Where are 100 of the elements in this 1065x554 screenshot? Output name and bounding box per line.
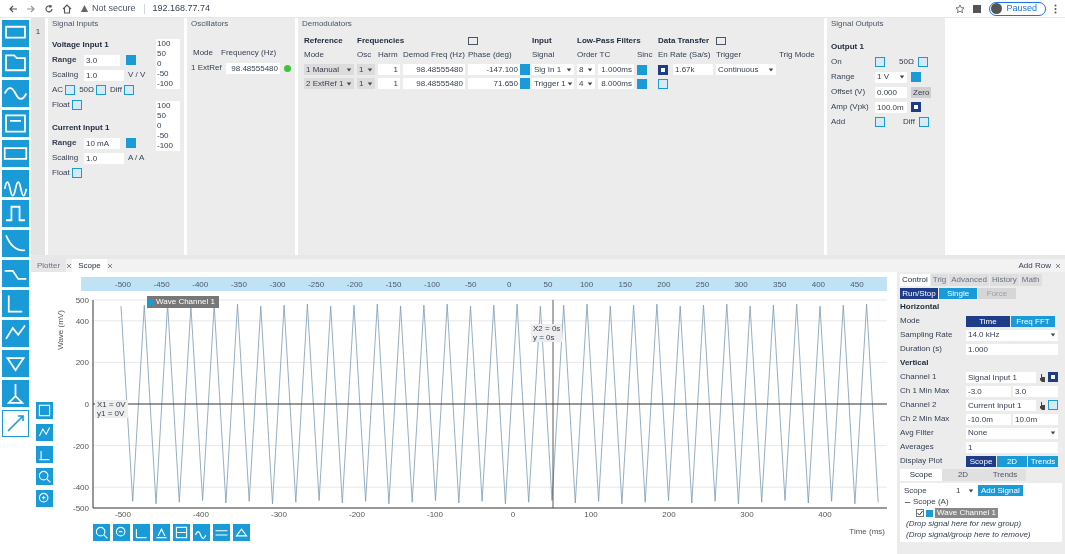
dropdown[interactable]: 8 — [577, 64, 595, 75]
input-field[interactable]: 1 — [378, 78, 400, 89]
input-field[interactable]: 10.0m — [1013, 413, 1058, 425]
close-icon[interactable] — [66, 262, 73, 269]
dropdown[interactable]: Signal Input 1 — [966, 371, 1036, 383]
tab[interactable]: Advanced — [949, 274, 989, 286]
tool-icon[interactable] — [2, 380, 29, 407]
tool-icon[interactable] — [2, 350, 29, 377]
plot-tool-icon[interactable] — [153, 524, 170, 541]
dropdown[interactable]: 1 V — [875, 71, 907, 83]
tab[interactable]: 2D — [942, 469, 984, 481]
reload-icon[interactable] — [44, 3, 54, 14]
segment-button[interactable]: Run/Stop — [900, 288, 938, 299]
tool-icon[interactable] — [2, 50, 29, 77]
close-icon[interactable] — [106, 262, 113, 269]
sinc-button[interactable] — [637, 64, 647, 75]
segment-button[interactable]: Scope — [966, 455, 996, 467]
dropdown[interactable]: 4 — [577, 78, 595, 89]
dropdown[interactable]: 1 — [357, 78, 375, 89]
collapse-handle[interactable] — [716, 37, 726, 45]
tab[interactable]: Plotter — [31, 259, 67, 272]
zoom-tool-icon[interactable] — [36, 468, 53, 485]
extension-icon[interactable] — [973, 4, 982, 13]
tool-icon[interactable] — [2, 20, 29, 47]
tool-icon[interactable] — [2, 230, 29, 257]
tool-icon[interactable] — [2, 290, 29, 317]
pointer-icon[interactable] — [1038, 400, 1046, 410]
dropdown[interactable]: None — [966, 427, 1058, 439]
tab[interactable]: History — [989, 274, 1019, 286]
home-icon[interactable] — [62, 3, 72, 14]
input-field[interactable]: -147.100 — [468, 64, 520, 75]
sinc-button[interactable] — [637, 78, 647, 89]
tab[interactable]: Scope — [72, 259, 107, 272]
dropdown[interactable]: 14.0 kHz — [966, 329, 1058, 341]
dropdown[interactable]: Sig In 1 — [532, 64, 574, 75]
readonly-field[interactable]: 98.48555480 — [226, 62, 280, 74]
segment-button[interactable]: Time — [966, 315, 1010, 327]
input-field[interactable]: 3.0 — [1013, 385, 1058, 397]
input-field[interactable]: 8.000ms — [598, 78, 634, 89]
input-field[interactable]: -10.0m — [966, 413, 1011, 425]
tab[interactable]: Scope — [900, 469, 942, 481]
close-icon[interactable] — [1055, 262, 1061, 269]
readonly-field[interactable]: 98.48555480 — [403, 64, 465, 75]
input-field[interactable]: 1 — [966, 441, 1058, 453]
plot-tool-icon[interactable] — [193, 524, 210, 541]
menu-icon[interactable] — [1054, 3, 1057, 14]
forward-icon[interactable] — [26, 3, 36, 14]
tool-icon[interactable] — [2, 200, 29, 227]
toggle-checkbox[interactable] — [96, 85, 106, 95]
input-field[interactable]: 1.0 — [84, 69, 124, 81]
collapse-handle[interactable] — [468, 37, 478, 45]
toggle-checkbox[interactable] — [1048, 372, 1058, 382]
plot-tool-icon[interactable] — [173, 524, 190, 541]
add-row-button[interactable]: Add Row — [1014, 259, 1055, 272]
input-field[interactable]: -3.0 — [966, 385, 1011, 397]
input-field[interactable]: 1.000 — [966, 343, 1058, 355]
plot-tool-icon[interactable] — [133, 524, 150, 541]
toggle-checkbox[interactable] — [71, 100, 82, 110]
dropdown[interactable]: Trigger 1 — [532, 78, 574, 89]
back-icon[interactable] — [8, 3, 18, 14]
toggle-checkbox[interactable] — [65, 85, 76, 95]
zoom-tool-icon[interactable] — [36, 490, 53, 507]
plot-tool-icon[interactable] — [233, 524, 250, 541]
input-field[interactable]: 10 mA — [84, 137, 120, 149]
tool-icon[interactable] — [2, 80, 29, 107]
input-field[interactable]: 1.0 — [84, 152, 124, 164]
input-field[interactable]: 3.0 — [84, 54, 120, 66]
toggle-checkbox[interactable] — [911, 102, 921, 112]
toggle-checkbox[interactable] — [918, 117, 929, 127]
url-text[interactable]: 192.168.77.74 — [152, 1, 211, 16]
readonly-field[interactable]: 98.48555480 — [403, 78, 465, 89]
zero-button[interactable]: Zero — [911, 86, 932, 98]
dropdown[interactable]: 2 ExtRef 1 — [304, 78, 354, 89]
dropdown[interactable]: 1 Manual — [304, 64, 354, 75]
tab[interactable]: Control — [900, 274, 930, 286]
cursor-line[interactable] — [552, 299, 554, 509]
input-field[interactable]: 0.000 — [875, 86, 907, 98]
input-field[interactable]: 1.000ms — [598, 64, 634, 75]
tool-icon[interactable] — [2, 410, 29, 437]
toggle-checkbox[interactable] — [1048, 400, 1058, 410]
dropdown[interactable]: 1 — [357, 64, 375, 75]
dropdown[interactable]: 1 — [954, 485, 976, 496]
zoom-tool-icon[interactable] — [36, 424, 53, 441]
input-field[interactable]: 100.0m — [875, 101, 907, 113]
toggle-checkbox[interactable] — [875, 117, 885, 127]
plot-tool-icon[interactable] — [213, 524, 230, 541]
checkbox[interactable] — [916, 509, 924, 517]
time-axis-bar[interactable] — [81, 277, 887, 291]
zoom-tool-icon[interactable] — [36, 402, 53, 419]
tab[interactable]: Math — [1019, 274, 1042, 286]
dropdown[interactable]: Current Input 1 — [966, 399, 1036, 411]
security-label[interactable]: Not secure — [92, 1, 136, 16]
toggle-checkbox[interactable] — [658, 64, 668, 75]
plot-tool-icon[interactable] — [113, 524, 130, 541]
toggle-checkbox[interactable] — [123, 85, 134, 95]
plot-tool-icon[interactable] — [93, 524, 110, 541]
input-field[interactable]: 1.67k — [673, 64, 713, 75]
toggle-checkbox[interactable] — [71, 168, 82, 178]
tab[interactable]: Trig — [930, 274, 949, 286]
toggle-checkbox[interactable] — [875, 57, 885, 67]
